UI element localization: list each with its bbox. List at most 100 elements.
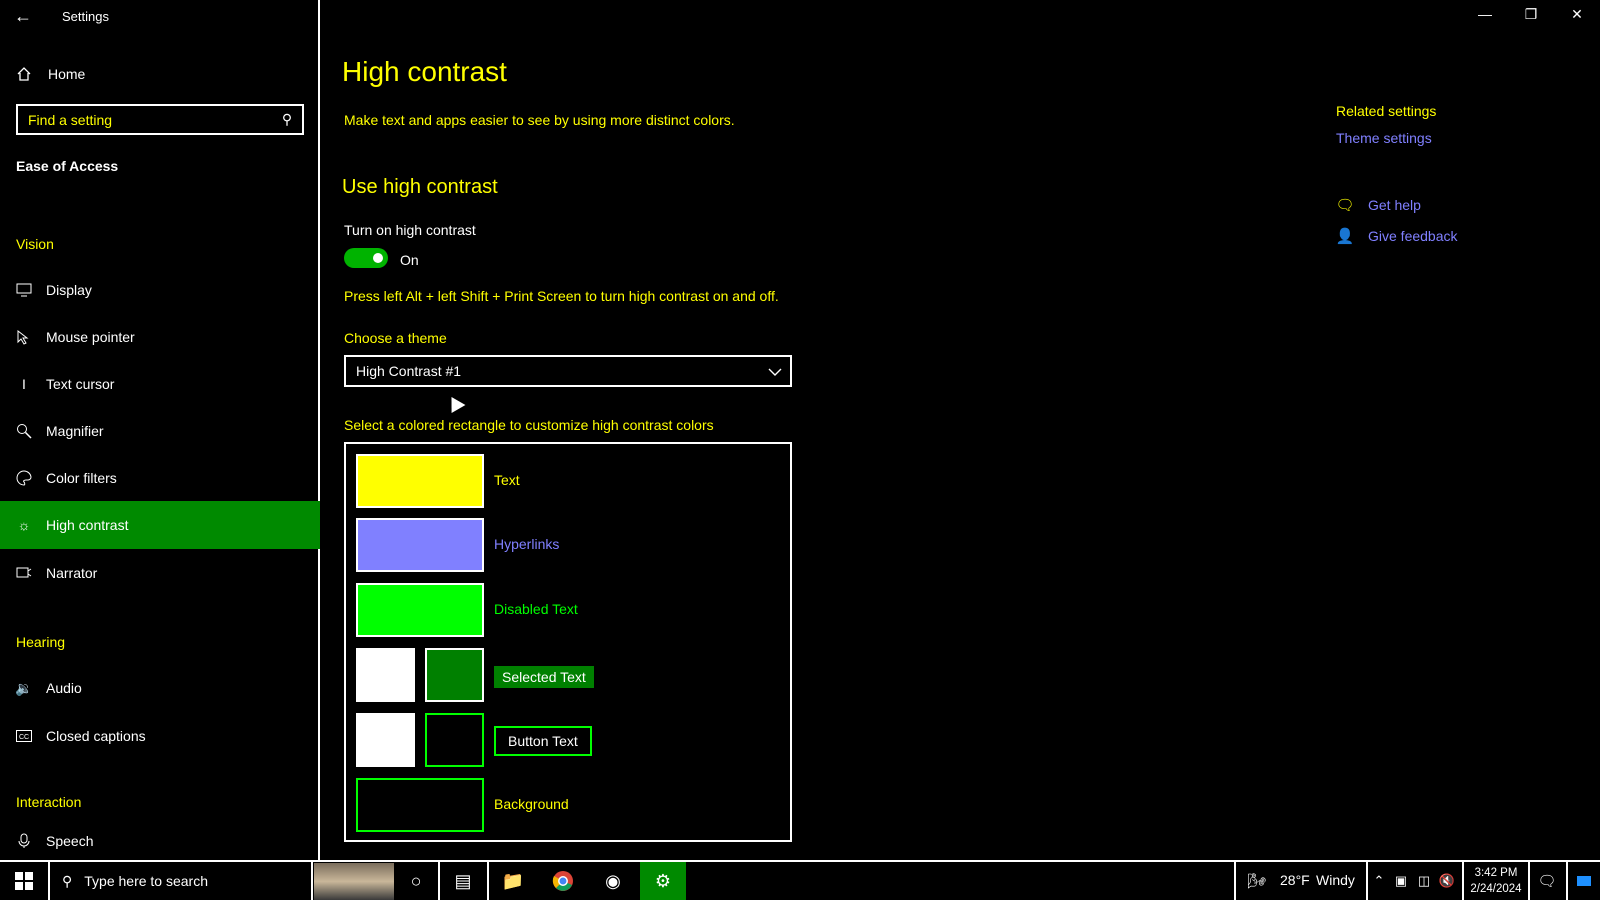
chat-help-icon: 🗨 [1335, 197, 1355, 214]
taskbar-separator [487, 862, 489, 900]
sidebar-item-color-filters[interactable]: Color filters [0, 454, 320, 502]
give-feedback-link[interactable]: 👤 Give feedback [1336, 225, 1458, 247]
high-contrast-toggle[interactable] [344, 248, 388, 268]
weather-condition[interactable]: Windy [1316, 872, 1355, 888]
minimize-icon[interactable]: — [1470, 6, 1500, 22]
meet-now-icon[interactable]: ▣ [1390, 862, 1412, 900]
color-swatch-panel: Text Hyperlinks Disabled Text Selected T… [344, 442, 792, 842]
theme-label: Choose a theme [344, 330, 447, 346]
clock-time: 3:42 PM [1474, 867, 1518, 879]
home-label: Home [48, 66, 86, 82]
page-description: Make text and apps easier to see by usin… [344, 112, 735, 128]
section-heading: Use high contrast [342, 176, 498, 198]
get-help-label: Get help [1368, 197, 1421, 213]
sidebar-item-closed-captions[interactable]: CC Closed captions [0, 712, 320, 760]
chrome-icon[interactable] [540, 862, 586, 900]
sidebar-item-label: High contrast [46, 517, 129, 533]
sidebar-item-speech[interactable]: Speech [0, 824, 320, 858]
hyperlinks-color-label: Hyperlinks [494, 536, 560, 552]
svg-text:CC: CC [19, 734, 29, 741]
show-desktop-icon[interactable] [1572, 862, 1596, 900]
home-link[interactable]: Home [16, 60, 85, 88]
sidebar-item-narrator[interactable]: Narrator [0, 549, 320, 597]
search-icon[interactable]: ⚲ [272, 111, 302, 128]
captions-icon: CC [16, 728, 32, 744]
sidebar-item-audio[interactable]: 🔉 Audio [0, 664, 320, 712]
theme-settings-link[interactable]: Theme settings [1336, 130, 1432, 146]
background-color-label: Background [494, 796, 569, 812]
settings-taskbar-button[interactable]: ⚙ [640, 862, 686, 900]
network-icon[interactable]: ◫ [1413, 862, 1435, 900]
taskbar-search-placeholder: Type here to search [84, 873, 209, 889]
taskbar-separator [1566, 862, 1568, 900]
sidebar-item-label: Mouse pointer [46, 329, 135, 345]
give-feedback-label: Give feedback [1368, 228, 1458, 244]
sidebar-item-high-contrast[interactable]: ☼ High contrast [0, 501, 320, 549]
background-color-swatch[interactable] [356, 778, 484, 832]
microphone-icon [16, 833, 32, 849]
sidebar-item-label: Closed captions [46, 728, 146, 744]
feedback-person-icon: 👤 [1335, 228, 1355, 245]
sidebar-item-label: Narrator [46, 565, 98, 581]
taskbar: ⚲ Type here to search ○ ▤ 📁 ◉ ⚙ 🌬 28°F W… [0, 860, 1600, 900]
sidebar-item-label: Magnifier [46, 423, 104, 439]
sidebar-item-label: Color filters [46, 470, 117, 486]
text-color-label: Text [494, 472, 520, 488]
group-vision: Vision [16, 236, 54, 252]
weather-wind-icon[interactable]: 🌬 [1242, 862, 1272, 900]
settings-search-input[interactable]: Find a setting ⚲ [16, 104, 304, 135]
task-view-icon[interactable]: ▤ [440, 862, 486, 900]
notifications-icon[interactable]: 🗨 [1530, 862, 1564, 900]
text-color-swatch[interactable] [356, 454, 484, 508]
group-hearing: Hearing [16, 634, 66, 650]
taskbar-separator [1462, 862, 1464, 900]
sidebar-item-display[interactable]: Display [0, 266, 320, 314]
search-placeholder: Find a setting [28, 111, 113, 128]
customize-label: Select a colored rectangle to customize … [344, 417, 714, 433]
magnifier-icon [16, 423, 32, 439]
group-interaction: Interaction [16, 794, 82, 810]
taskbar-separator [1234, 862, 1236, 900]
selected-text-bg-swatch[interactable] [425, 648, 484, 702]
search-highlight-image[interactable] [314, 863, 394, 900]
chevron-up-icon[interactable]: ⌃ [1368, 862, 1390, 900]
theme-dropdown-value: High Contrast #1 [356, 363, 462, 379]
palette-icon [16, 470, 32, 486]
hyperlinks-color-swatch[interactable] [356, 518, 484, 572]
clock-date: 2/24/2024 [1470, 883, 1522, 895]
disabled-text-color-swatch[interactable] [356, 583, 484, 637]
back-arrow-icon[interactable]: ← [14, 6, 32, 27]
toggle-state: On [400, 252, 419, 268]
windows-start-icon[interactable] [0, 862, 48, 900]
sidebar-item-label: Text cursor [46, 376, 115, 392]
obs-studio-icon[interactable]: ◉ [590, 862, 636, 900]
section-title: Ease of Access [16, 158, 119, 174]
sidebar-item-text-cursor[interactable]: I Text cursor [0, 360, 320, 408]
volume-muted-icon[interactable]: 🔇 [1436, 862, 1458, 900]
related-settings-title: Related settings [1336, 103, 1437, 119]
weather-temperature[interactable]: 28°F [1280, 872, 1310, 888]
get-help-link[interactable]: 🗨 Get help [1335, 194, 1421, 216]
cortana-icon[interactable]: ○ [396, 862, 436, 900]
sidebar-item-magnifier[interactable]: Magnifier [0, 407, 320, 455]
sun-icon: ☼ [17, 517, 31, 533]
theme-dropdown[interactable]: High Contrast #1 [344, 355, 792, 387]
page-title: High contrast [342, 56, 507, 87]
title-bar: ← Settings [0, 0, 320, 32]
search-icon: ⚲ [62, 872, 73, 889]
narrator-icon [16, 565, 32, 581]
selected-text-fg-swatch[interactable] [356, 648, 415, 702]
button-text-fg-swatch[interactable] [356, 713, 415, 767]
sidebar-item-mouse-pointer[interactable]: Mouse pointer [0, 313, 320, 361]
text-cursor-icon: I [22, 376, 26, 392]
file-explorer-icon[interactable]: 📁 [490, 862, 536, 900]
restore-icon[interactable]: ❐ [1516, 6, 1546, 23]
button-text-bg-swatch[interactable] [425, 713, 484, 767]
taskbar-search-input[interactable]: ⚲ Type here to search [48, 862, 313, 900]
toggle-knob [373, 253, 383, 263]
button-text-label: Button Text [494, 726, 592, 756]
speaker-icon: 🔉 [15, 679, 33, 696]
selected-text-label: Selected Text [494, 666, 594, 688]
close-icon[interactable]: ✕ [1562, 6, 1592, 23]
taskbar-clock[interactable]: 3:42 PM 2/24/2024 [1466, 865, 1526, 897]
